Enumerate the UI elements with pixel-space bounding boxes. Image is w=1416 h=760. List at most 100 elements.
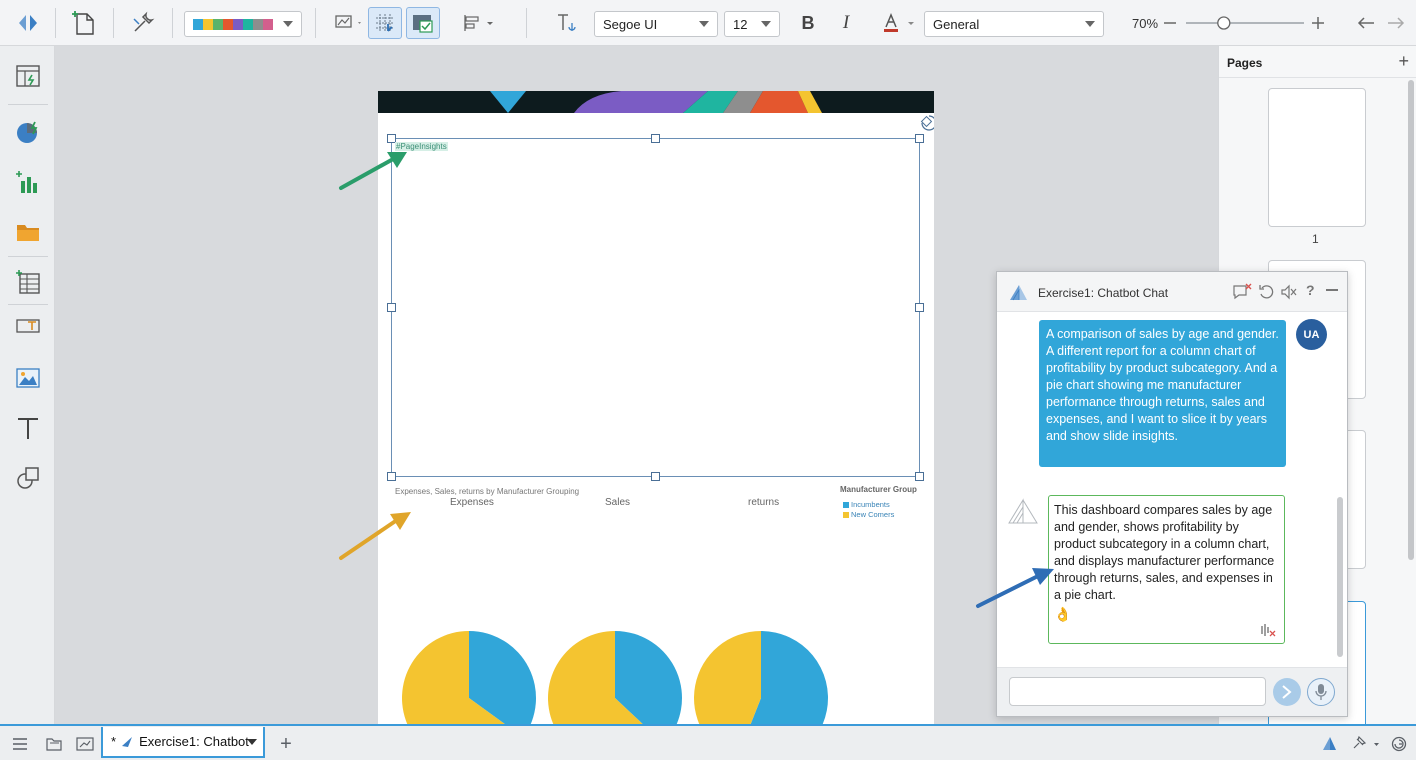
fill-style-icon[interactable]	[330, 7, 366, 39]
zoom-out-icon[interactable]	[1162, 7, 1178, 39]
page-banner	[378, 91, 934, 113]
resize-handle[interactable]	[387, 472, 396, 481]
add-page-button[interactable]: +	[1398, 51, 1409, 72]
minimize-icon[interactable]	[1326, 289, 1338, 291]
palette-swatch	[253, 18, 263, 30]
hamburger-menu-icon[interactable]	[11, 735, 29, 753]
zoom-level: 70%	[1131, 15, 1159, 31]
legend-item-incumbents[interactable]: Incumbents	[843, 500, 890, 509]
palette-swatch	[233, 18, 243, 30]
pages-scrollbar[interactable]	[1408, 80, 1414, 560]
chat-scrollbar[interactable]	[1337, 497, 1343, 657]
speaker-off-icon[interactable]	[1260, 622, 1278, 638]
refresh-icon[interactable]	[1258, 283, 1276, 301]
text-frame-icon[interactable]	[14, 312, 42, 340]
bold-button[interactable]: B	[797, 7, 819, 39]
pin-icon[interactable]	[1349, 735, 1381, 753]
undo-arrow-icon[interactable]	[1356, 7, 1376, 39]
zoom-in-icon[interactable]	[1310, 7, 1326, 39]
clear-chat-icon[interactable]	[1232, 283, 1252, 301]
rotate-handle-icon[interactable]	[919, 113, 934, 133]
dashboard-view-icon[interactable]	[76, 735, 94, 753]
resize-handle[interactable]	[915, 472, 924, 481]
page-thumbnail[interactable]	[1268, 88, 1366, 227]
bot-message-text: This dashboard compares sales by age and…	[1054, 503, 1275, 602]
pie-charts[interactable]	[378, 606, 934, 724]
chevron-down-icon	[699, 21, 709, 27]
mute-icon[interactable]	[1280, 283, 1298, 301]
chat-messages[interactable]: A comparison of sales by age and gender.…	[997, 312, 1347, 667]
color-palette-dropdown[interactable]	[184, 11, 302, 37]
chatbot-window: Exercise1: Chatbot Chat ? A comparison o…	[996, 271, 1348, 717]
add-chart-icon[interactable]	[14, 168, 42, 196]
text-icon[interactable]	[14, 414, 42, 442]
pie-label-expenses: Expenses	[450, 497, 494, 508]
tab-exercise1-chatbot[interactable]: * Exercise1: Chatbot	[101, 727, 265, 758]
number-format-dropdown[interactable]: General	[924, 11, 1104, 37]
dashboard-tab-icon	[121, 736, 133, 748]
pages-panel-title: Pages	[1227, 56, 1263, 70]
microphone-icon	[1315, 684, 1327, 700]
tab-label: Exercise1: Chatbot	[139, 734, 249, 749]
pie-label-sales: Sales	[605, 497, 631, 508]
zoom-slider[interactable]	[1186, 7, 1304, 39]
new-page-icon[interactable]	[68, 7, 100, 39]
send-button[interactable]	[1273, 678, 1301, 706]
main-toolbar: Segoe UI 12 B I General 70%	[0, 0, 1416, 46]
chart-title: Expenses, Sales, returns by Manufacturer…	[395, 487, 580, 496]
snap-to-grid-icon[interactable]	[368, 7, 402, 39]
align-icon[interactable]	[458, 7, 498, 39]
legend-swatch	[843, 511, 849, 518]
chevron-down-icon	[761, 21, 771, 27]
palette-swatch	[243, 18, 253, 30]
chatbot-avatar-icon	[1005, 497, 1041, 527]
resize-handle[interactable]	[651, 134, 660, 143]
open-folder-icon[interactable]	[45, 735, 63, 753]
font-family-dropdown[interactable]: Segoe UI	[594, 11, 718, 37]
chat-input[interactable]	[1009, 677, 1266, 706]
bottom-tab-bar: * Exercise1: Chatbot +	[0, 724, 1416, 760]
avatar: UA	[1296, 319, 1327, 350]
folder-icon[interactable]	[14, 218, 42, 246]
insights-textbox[interactable]	[391, 138, 920, 477]
chevron-down-icon	[1085, 21, 1095, 27]
bot-message: This dashboard compares sales by age and…	[1048, 495, 1285, 644]
font-color-button[interactable]	[878, 7, 918, 39]
add-table-icon[interactable]	[14, 268, 42, 296]
chart-wizard-icon[interactable]	[14, 118, 42, 146]
resize-handle[interactable]	[651, 472, 660, 481]
chatbot-logo-icon	[1007, 282, 1029, 304]
pie-label-returns: returns	[748, 497, 780, 508]
add-tab-button[interactable]: +	[277, 733, 295, 755]
resize-handle[interactable]	[387, 303, 396, 312]
font-size-dropdown[interactable]: 12	[724, 11, 780, 37]
text-anchor-icon[interactable]	[553, 7, 581, 39]
settings-spiral-icon[interactable]	[1390, 735, 1408, 753]
app-logo-icon[interactable]	[13, 7, 43, 39]
microphone-button[interactable]	[1307, 678, 1335, 706]
zoom-slider-knob[interactable]	[1217, 16, 1231, 30]
app-logo-icon[interactable]	[1320, 735, 1338, 753]
legend-label: Incumbents	[851, 500, 890, 509]
user-message: A comparison of sales by age and gender.…	[1039, 320, 1286, 467]
pie-slice-returns-new-comers[interactable]	[694, 631, 761, 724]
pages-panel-header: Pages +	[1219, 46, 1416, 78]
shapes-icon[interactable]	[14, 464, 42, 492]
resize-handle[interactable]	[915, 134, 924, 143]
italic-button[interactable]: I	[835, 7, 857, 39]
redo-arrow-icon[interactable]	[1386, 7, 1406, 39]
dashboard-icon[interactable]	[14, 62, 42, 90]
resize-handle[interactable]	[915, 303, 924, 312]
palette-swatch	[203, 18, 213, 30]
tab-menu-chevron-icon[interactable]	[247, 739, 257, 745]
tools-icon[interactable]	[128, 7, 158, 39]
help-icon[interactable]: ?	[1306, 282, 1315, 298]
palette-swatch	[193, 18, 203, 30]
image-icon[interactable]	[14, 364, 42, 392]
bot-emoji: 👌	[1054, 606, 1072, 622]
page-insights-tag: #PageInsights	[395, 142, 448, 151]
show-background-icon[interactable]	[406, 7, 440, 39]
legend-item-new-comers[interactable]: New Comers	[843, 510, 894, 519]
report-page[interactable]: #PageInsights Expenses, Sales, returns b…	[378, 91, 934, 724]
legend-label: New Comers	[851, 510, 895, 519]
